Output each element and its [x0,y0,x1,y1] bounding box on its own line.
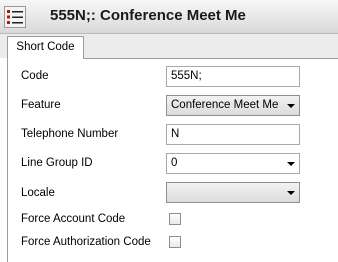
chevron-down-icon [287,104,295,108]
code-label: Code [21,70,49,82]
telephone-number-label: Telephone Number [21,128,119,140]
telephone-number-field[interactable]: N [166,124,300,145]
locale-dropdown[interactable] [166,182,300,203]
feature-value: Conference Meet Me [171,99,279,111]
list-icon[interactable] [4,6,26,28]
force-authorization-code-label: Force Authorization Code [21,236,151,248]
locale-label: Locale [21,187,55,199]
chevron-down-icon [287,162,295,166]
feature-label: Feature [21,99,61,111]
window-title: 555N;: Conference Meet Me [50,7,246,24]
force-account-code-checkbox[interactable] [169,213,181,225]
force-account-code-label: Force Account Code [21,213,126,225]
tab-short-code[interactable]: Short Code [7,36,84,59]
title-bar: 555N;: Conference Meet Me [0,0,338,34]
line-group-id-value: 0 [171,157,178,169]
chevron-down-icon [287,191,295,195]
feature-dropdown[interactable]: Conference Meet Me [166,95,300,116]
code-field[interactable]: 555N; [166,66,300,87]
line-group-id-dropdown[interactable]: 0 [166,153,300,174]
force-authorization-code-checkbox[interactable] [169,236,181,248]
line-group-id-label: Line Group ID [21,157,93,169]
